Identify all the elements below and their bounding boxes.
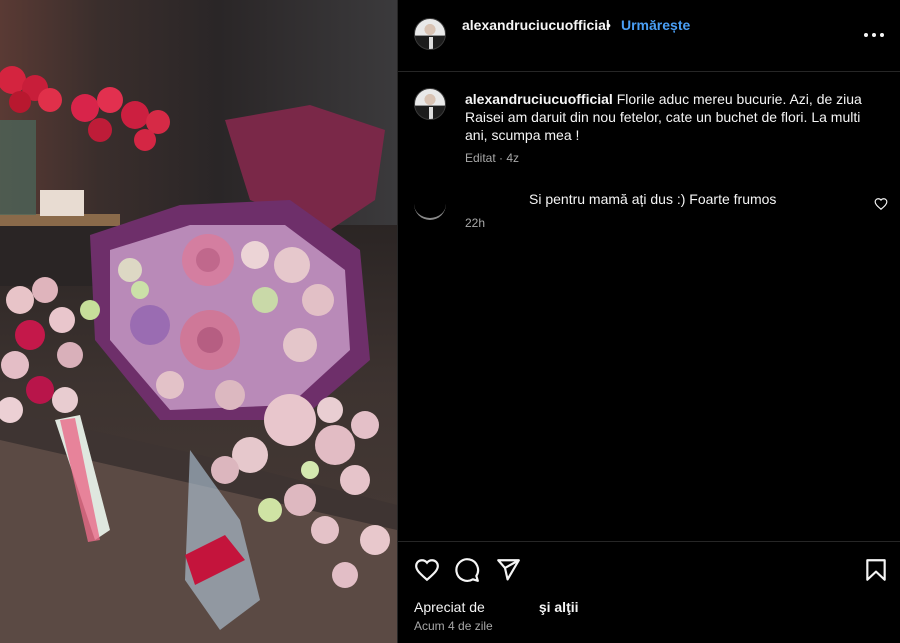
- likes-prefix: Apreciat de: [414, 599, 485, 615]
- comment-time: 22h: [465, 216, 486, 230]
- caption-author-avatar[interactable]: [414, 88, 446, 120]
- separator-dot: •: [606, 17, 611, 33]
- share-icon[interactable]: [495, 557, 521, 583]
- comment-icon[interactable]: [454, 557, 480, 583]
- caption-meta: Editat · 4z: [465, 151, 520, 165]
- post-detail-panel: alexandruciucuofficial • Urmărește alexa…: [397, 0, 900, 643]
- comment-text: Si pentru mamă ați dus :) Foarte frumos: [529, 191, 777, 207]
- likes-summary[interactable]: Apreciat de şi alţii: [414, 599, 579, 615]
- heart-icon[interactable]: [874, 197, 888, 211]
- caption-username[interactable]: alexandruciucuofficial: [465, 91, 613, 107]
- author-avatar[interactable]: [414, 18, 446, 50]
- bookmark-icon[interactable]: [863, 557, 889, 583]
- post-caption: alexandruciucuofficial Florile aduc mere…: [465, 90, 885, 144]
- likes-others[interactable]: şi alţii: [539, 599, 579, 615]
- post-date: Acum 4 de zile: [414, 619, 493, 633]
- like-heart-icon[interactable]: [414, 557, 440, 583]
- post-photo[interactable]: [0, 0, 397, 643]
- post-header: alexandruciucuofficial • Urmărește: [398, 0, 900, 72]
- commenter-avatar[interactable]: [414, 196, 446, 220]
- more-icon[interactable]: [862, 24, 886, 44]
- bouquet-illustration: [0, 66, 397, 643]
- follow-button[interactable]: Urmărește: [621, 17, 690, 33]
- post-actions: Apreciat de şi alţii Acum 4 de zile: [398, 541, 900, 643]
- author-username[interactable]: alexandruciucuofficial: [462, 17, 610, 33]
